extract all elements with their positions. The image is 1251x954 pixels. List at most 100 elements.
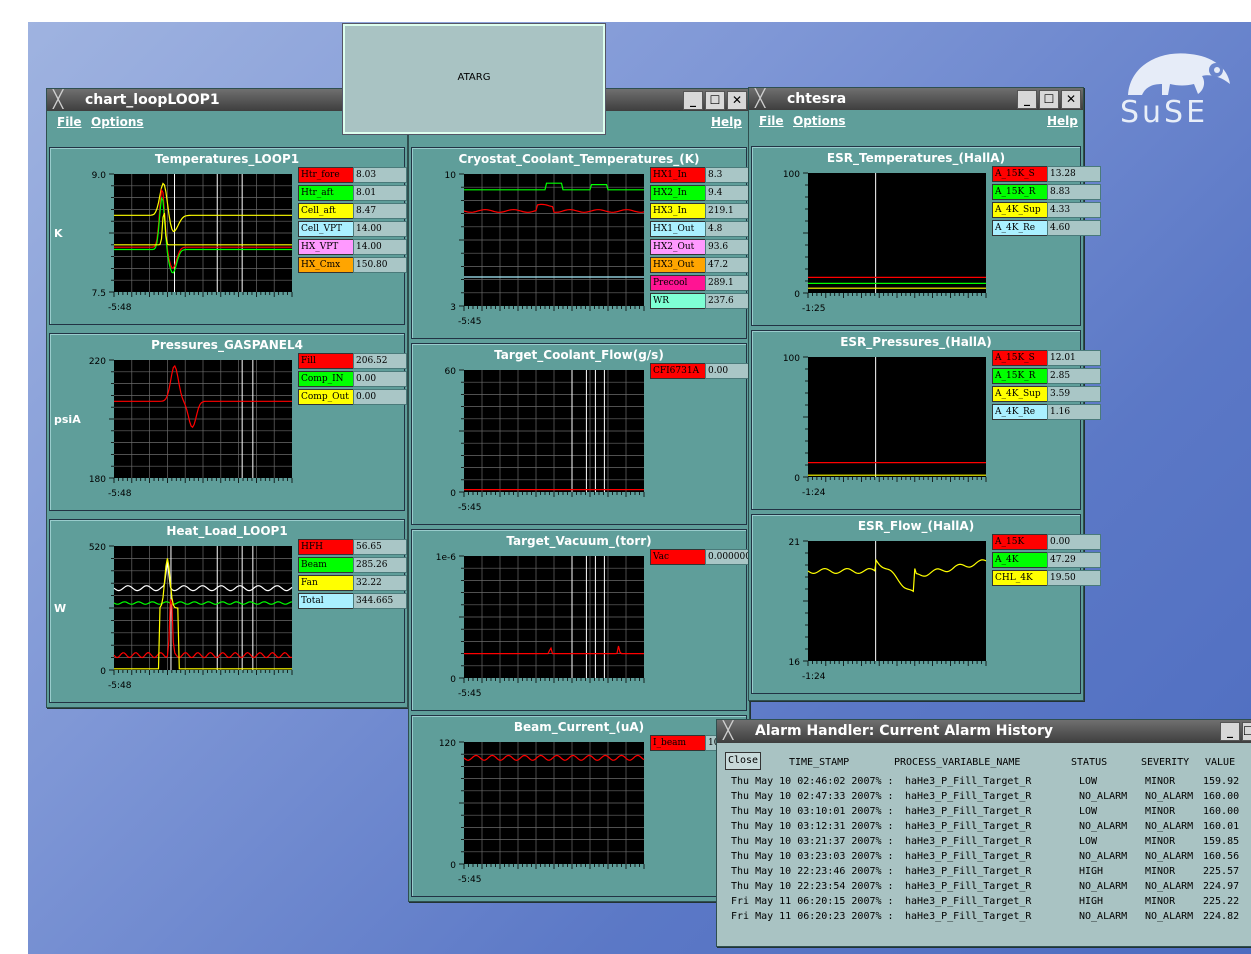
legend-name[interactable]: A_4K_Re: [992, 404, 1048, 420]
minimize-icon[interactable]: _: [1017, 90, 1037, 109]
y-max-label: 10: [445, 171, 457, 181]
minimize-icon[interactable]: _: [1220, 722, 1240, 741]
menu-options[interactable]: Options: [91, 115, 144, 129]
chart-plot: 120 0-5:45: [439, 739, 645, 885]
alarm-cell: MINOR: [1145, 866, 1176, 877]
alarm-cell: LOW: [1079, 776, 1098, 787]
legend-name[interactable]: A_15K_S: [992, 350, 1048, 366]
legend-name[interactable]: A_15K_R: [992, 184, 1048, 200]
legend-value: 47.29: [1047, 552, 1101, 568]
legend-name[interactable]: Comp_IN: [298, 371, 354, 387]
legend-name[interactable]: A_15K: [992, 534, 1048, 550]
alarm-cell: haHe3_P_Fill_Target_R: [905, 776, 1032, 787]
alarm-cell: haHe3_P_Fill_Target_R: [905, 881, 1032, 892]
legend-name[interactable]: Fill: [298, 353, 354, 369]
alarm-cell: haHe3_P_Fill_Target_R: [905, 866, 1032, 877]
alarm-cell: Thu May 10 02:47:33 2007% :: [731, 791, 894, 802]
legend-name[interactable]: HX2_In: [650, 185, 706, 201]
alarm-cell: NO_ALARM: [1079, 791, 1128, 802]
legend-name[interactable]: HX3_In: [650, 203, 706, 219]
legend-name[interactable]: Comp_Out: [298, 389, 354, 405]
close-icon[interactable]: ✕: [727, 91, 747, 110]
alarm-cell: MINOR: [1145, 836, 1176, 847]
legend-name[interactable]: I_beam: [650, 735, 706, 751]
maximize-icon[interactable]: ☐: [1242, 722, 1251, 741]
legend-name[interactable]: Htr_fore: [298, 167, 354, 183]
legend-name[interactable]: Beam: [298, 557, 354, 573]
legend-name[interactable]: HX3_Out: [650, 257, 706, 273]
legend-name[interactable]: CHL_4K: [992, 570, 1048, 586]
legend-name[interactable]: Htr_aft: [298, 185, 354, 201]
alarm-cell: NO_ALARM: [1079, 851, 1128, 862]
y-min-label: 180: [89, 475, 106, 485]
legend-name[interactable]: Cell_aft: [298, 203, 354, 219]
menu-help[interactable]: Help: [711, 115, 742, 129]
y-max-label: 60: [445, 367, 457, 377]
legend-value: 285.26: [353, 557, 407, 573]
y-min-label: 0: [450, 861, 456, 871]
chart-panel-beam: Beam_Current_(uA)1200-5:45I_beam104: [411, 715, 759, 897]
legend-name[interactable]: A_4K_Re: [992, 220, 1048, 236]
x-window-icon[interactable]: ╳: [755, 89, 765, 109]
alarm-cell: NO_ALARM: [1145, 791, 1194, 802]
legend-name[interactable]: HX_VPT: [298, 239, 354, 255]
alarm-cell: HIGH: [1079, 896, 1104, 907]
alarm-cell: 160.56: [1203, 851, 1240, 862]
close-icon[interactable]: ✕: [1061, 90, 1081, 109]
alarm-cell: haHe3_P_Fill_Target_R: [905, 836, 1032, 847]
target-window: _ ☐ ✕ Help Cryostat_Coolant_Temperatures…: [408, 88, 759, 902]
alarm-cell: LOW: [1079, 836, 1098, 847]
alarm-cell: haHe3_P_Fill_Target_R: [905, 806, 1032, 817]
legend-value: 150.80: [353, 257, 407, 273]
legend-name[interactable]: A_4K_Sup: [992, 386, 1048, 402]
window-titlebar[interactable]: ╳ Alarm Handler: Current Alarm History _…: [717, 720, 1251, 743]
legend-value: 206.52: [353, 353, 407, 369]
y-max-label: 120: [439, 739, 456, 749]
alarm-cell: 225.57: [1203, 866, 1240, 877]
atarg-popup[interactable]: ATARG: [342, 23, 606, 135]
maximize-icon[interactable]: ☐: [705, 91, 725, 110]
legend-name[interactable]: Vac: [650, 549, 706, 565]
alarm-cell: Thu May 10 22:23:54 2007% :: [731, 881, 894, 892]
y-min-label: 0: [100, 667, 106, 677]
legend-name[interactable]: Total: [298, 593, 354, 609]
chart-panel-press: Pressures_GASPANEL4 psiA 220 180 -5:48 Fill 20…: [49, 333, 407, 511]
menu-help[interactable]: Help: [1047, 114, 1078, 128]
legend-name[interactable]: Precool: [650, 275, 706, 291]
legend-name[interactable]: A_15K_R: [992, 368, 1048, 384]
legend-name[interactable]: A_15K_S: [992, 166, 1048, 182]
menu-file[interactable]: File: [759, 114, 784, 128]
y-min-label: 16: [789, 658, 801, 668]
minimize-icon[interactable]: _: [683, 91, 703, 110]
legend-name[interactable]: A_4K_Sup: [992, 202, 1048, 218]
x-window-icon[interactable]: ╳: [723, 721, 733, 741]
menu-options[interactable]: Options: [793, 114, 846, 128]
legend-value: 19.50: [1047, 570, 1101, 586]
legend-name[interactable]: HFH: [298, 539, 354, 555]
time-axis-label: -5:45: [458, 503, 481, 513]
y-max-label: 1e-6: [436, 553, 457, 563]
chart-plot: 520 0-5:48: [89, 543, 293, 691]
legend-value: 0.00: [353, 371, 407, 387]
close-button[interactable]: Close: [725, 752, 761, 770]
alarm-cell: Thu May 10 02:46:02 2007% :: [731, 776, 894, 787]
legend-name[interactable]: HX1_In: [650, 167, 706, 183]
window-buttons: _ ☐ ✕: [683, 91, 747, 110]
legend-name[interactable]: HX_Cmx: [298, 257, 354, 273]
legend-name[interactable]: WR: [650, 293, 706, 309]
legend-name[interactable]: CFI6731A: [650, 363, 706, 379]
window-titlebar[interactable]: ╳ chtesra _ ☐ ✕: [749, 88, 1083, 110]
maximize-icon[interactable]: ☐: [1039, 90, 1059, 109]
legend-name[interactable]: HX2_Out: [650, 239, 706, 255]
suse-logo: SuSE: [1120, 40, 1235, 130]
legend-name[interactable]: HX1_Out: [650, 221, 706, 237]
legend-name[interactable]: Cell_VPT: [298, 221, 354, 237]
legend-name[interactable]: A_4K: [992, 552, 1048, 568]
legend-name[interactable]: Fan: [298, 575, 354, 591]
x-window-icon[interactable]: ╳: [53, 90, 63, 110]
chart-plot: 10 3-5:45: [445, 171, 645, 327]
menu-file[interactable]: File: [57, 115, 82, 129]
alarm-cell: haHe3_P_Fill_Target_R: [905, 851, 1032, 862]
alarm-cell: 224.82: [1203, 911, 1240, 922]
legend-value: 8.47: [353, 203, 407, 219]
